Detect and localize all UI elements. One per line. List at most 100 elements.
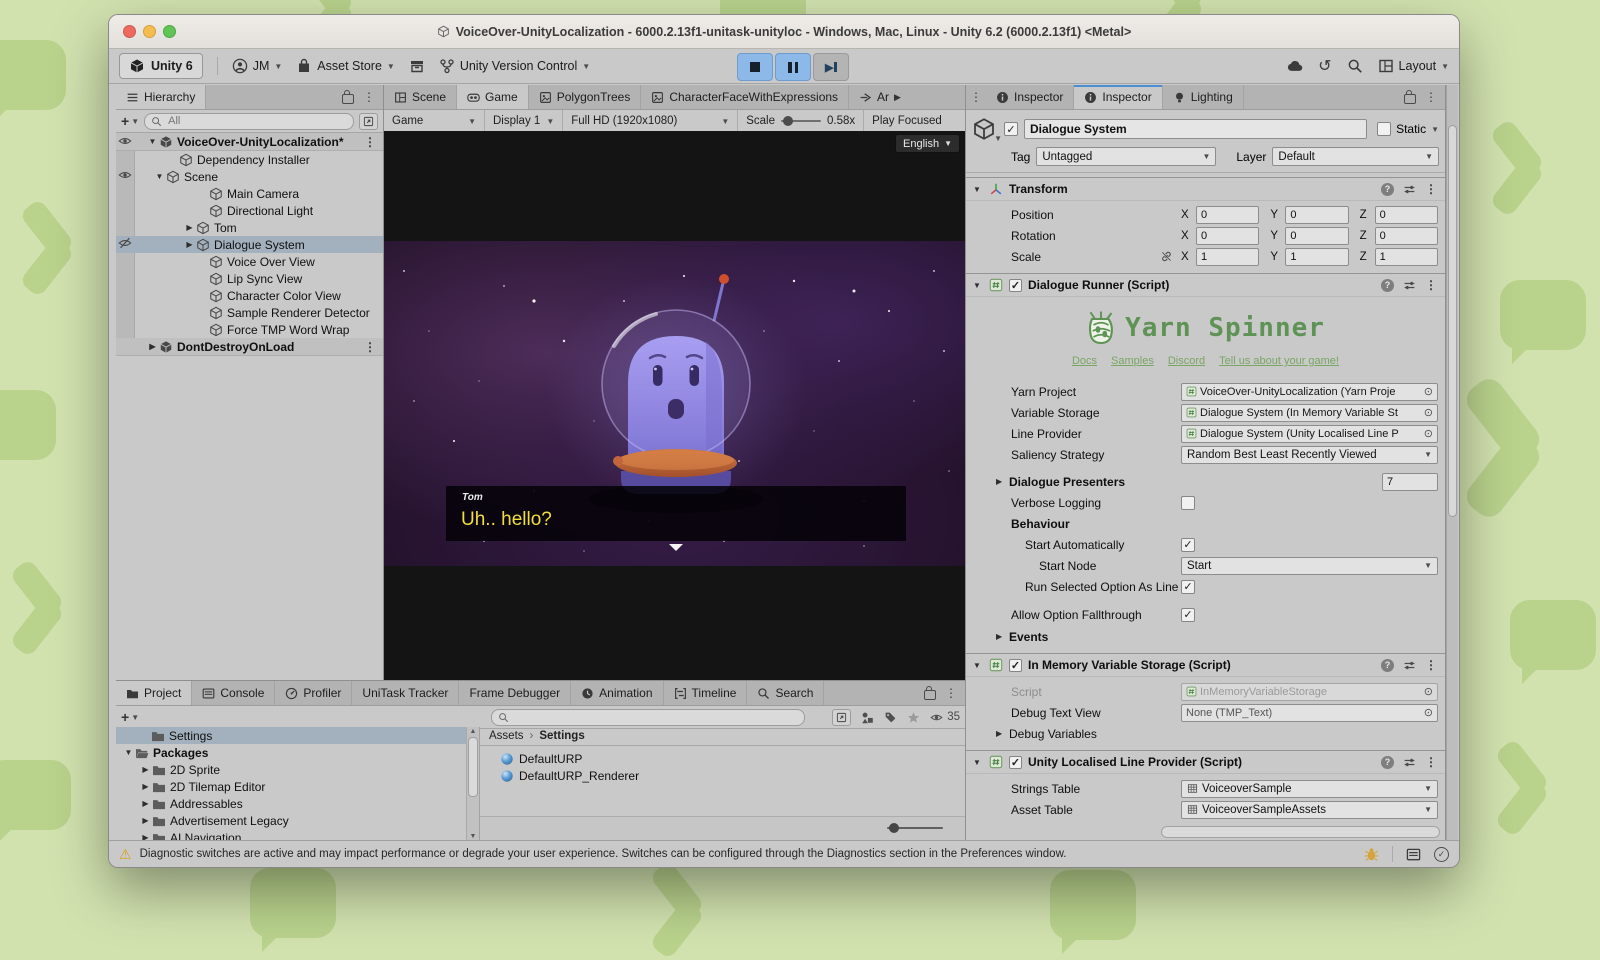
account-dropdown[interactable]: JM▼ xyxy=(232,58,283,74)
folder-packages[interactable]: ▼ Packages xyxy=(116,744,479,761)
asset-defaulturp[interactable]: DefaultURP xyxy=(480,750,965,767)
tell-us-link[interactable]: Tell us about your game! xyxy=(1219,355,1339,373)
gameobject-name-field[interactable] xyxy=(1024,119,1367,139)
package-manager-button[interactable] xyxy=(409,58,425,74)
presets-icon[interactable] xyxy=(1403,659,1416,672)
tab-scene[interactable]: Scene xyxy=(384,85,457,109)
kebab-menu-icon[interactable]: ⋮ xyxy=(364,135,383,149)
tab-timeline[interactable]: Timeline xyxy=(664,681,748,705)
hierarchy-item[interactable]: Lip Sync View xyxy=(116,270,383,287)
favorites-star-icon[interactable] xyxy=(907,711,920,724)
asset-table-dropdown[interactable]: VoiceoverSampleAssets ▼ xyxy=(1181,801,1438,819)
debugger-bug-icon[interactable] xyxy=(1364,847,1379,862)
scale-y-field[interactable]: 1 xyxy=(1285,248,1348,266)
dialogue-runner-header[interactable]: ▼ ✓ Dialogue Runner (Script) ? ⋮ xyxy=(966,273,1445,297)
search-window-button[interactable] xyxy=(359,113,378,130)
foldout-open-icon[interactable]: ▼ xyxy=(122,748,135,757)
tab-search[interactable]: Search xyxy=(747,681,824,705)
help-icon[interactable]: ? xyxy=(1381,279,1394,292)
display-dropdown[interactable]: Display 1 ▼ xyxy=(485,110,563,132)
position-x-field[interactable]: 0 xyxy=(1196,206,1259,224)
debug-variables-row[interactable]: ▶ Debug Variables xyxy=(966,723,1445,744)
tab-characterface[interactable]: CharacterFaceWithExpressions xyxy=(641,85,849,109)
undo-history-icon[interactable]: ↺ xyxy=(1318,56,1331,76)
scroll-down-icon[interactable]: ▼ xyxy=(470,833,477,840)
folder-addressables[interactable]: ▶ Addressables xyxy=(116,795,479,812)
variable-storage-field[interactable]: Dialogue System (In Memory Variable St ⊙ xyxy=(1181,404,1438,422)
thumbnail-zoom-slider[interactable] xyxy=(887,827,943,829)
hierarchy-item[interactable]: Character Color View xyxy=(116,287,383,304)
tab-inspector-1[interactable]: Inspector xyxy=(986,85,1074,109)
line-provider-field[interactable]: Dialogue System (Unity Localised Line P … xyxy=(1181,425,1438,443)
pause-button[interactable] xyxy=(775,53,811,81)
foldout-closed-icon[interactable]: ▶ xyxy=(139,765,152,774)
hierarchy-search[interactable] xyxy=(144,113,354,130)
slider-knob[interactable] xyxy=(889,823,899,833)
position-y-field[interactable]: 0 xyxy=(1285,206,1348,224)
status-message[interactable]: Diagnostic switches are active and may i… xyxy=(140,848,1067,860)
foldout-open-icon[interactable]: ▼ xyxy=(973,661,983,670)
foldout-closed-icon[interactable]: ▶ xyxy=(139,782,152,791)
transform-component-header[interactable]: ▼ Transform ? ⋮ xyxy=(966,177,1445,201)
hierarchy-search-input[interactable] xyxy=(166,114,347,128)
in-memory-storage-header[interactable]: ▼ ✓ In Memory Variable Storage (Script) … xyxy=(966,653,1445,677)
scrollbar-thumb[interactable] xyxy=(1448,125,1457,517)
hierarchy-item[interactable]: ▼ Scene xyxy=(116,168,383,185)
project-search-input[interactable] xyxy=(513,710,798,724)
tab-unitask-tracker[interactable]: UniTask Tracker xyxy=(352,681,459,705)
help-icon[interactable]: ? xyxy=(1381,756,1394,769)
object-picker-icon[interactable]: ⊙ xyxy=(1424,385,1433,398)
foldout-closed-icon[interactable]: ▶ xyxy=(139,799,152,808)
presets-icon[interactable] xyxy=(1403,183,1416,196)
version-control-dropdown[interactable]: Unity Version Control▼ xyxy=(439,58,590,74)
kebab-menu-icon[interactable]: ⋮ xyxy=(1425,182,1437,196)
debug-text-view-field[interactable]: None (TMP_Text) ⊙ xyxy=(1181,704,1438,722)
eye-icon[interactable] xyxy=(118,168,132,182)
scrollbar-thumb[interactable] xyxy=(468,737,478,797)
verbose-logging-checkbox[interactable] xyxy=(1181,496,1195,510)
kebab-menu-icon[interactable]: ⋮ xyxy=(1425,90,1437,104)
layer-dropdown[interactable]: Default ▼ xyxy=(1272,147,1439,166)
component-enabled-checkbox[interactable]: ✓ xyxy=(1009,279,1022,292)
foldout-closed-icon[interactable]: ▶ xyxy=(183,223,196,232)
foldout-closed-icon[interactable]: ▶ xyxy=(139,816,152,825)
cloud-icon[interactable] xyxy=(1287,58,1303,74)
hierarchy-item[interactable]: Voice Over View xyxy=(116,253,383,270)
chevron-down-icon[interactable]: ▼ xyxy=(1431,125,1439,134)
dialogue-presenters-row[interactable]: ▶ Dialogue Presenters 7 xyxy=(966,471,1445,492)
scale-x-field[interactable]: 1 xyxy=(1196,248,1259,266)
component-enabled-checkbox[interactable]: ✓ xyxy=(1009,756,1022,769)
gameobject-icon[interactable]: ▼ xyxy=(972,117,998,141)
filter-by-label-icon[interactable] xyxy=(884,711,897,724)
language-dropdown[interactable]: English ▼ xyxy=(895,134,960,153)
yarn-project-field[interactable]: VoiceOver-UnityLocalization (Yarn Proje … xyxy=(1181,383,1438,401)
eye-icon[interactable] xyxy=(118,134,132,148)
asset-store-dropdown[interactable]: Asset Store▼ xyxy=(296,58,395,74)
foldout-closed-icon[interactable]: ▶ xyxy=(996,729,1009,738)
static-checkbox[interactable] xyxy=(1377,122,1391,136)
tab-lighting[interactable]: Lighting xyxy=(1163,85,1244,109)
foldout-open-icon[interactable]: ▼ xyxy=(973,758,983,767)
foldout-open-icon[interactable]: ▼ xyxy=(146,137,159,146)
add-gameobject-button[interactable]: +▼ xyxy=(121,113,139,129)
visible-items-count[interactable]: 35 xyxy=(930,711,960,724)
console-status-icon[interactable] xyxy=(1406,847,1421,862)
docs-link[interactable]: Docs xyxy=(1072,355,1097,373)
rotation-x-field[interactable]: 0 xyxy=(1196,227,1259,245)
start-automatically-checkbox[interactable]: ✓ xyxy=(1181,538,1195,552)
zoom-window-button[interactable] xyxy=(163,25,176,38)
layout-dropdown[interactable]: Layout▼ xyxy=(1378,58,1449,74)
kebab-menu-icon[interactable]: ⋮ xyxy=(1425,658,1437,672)
rotation-y-field[interactable]: 0 xyxy=(1285,227,1348,245)
saliency-dropdown[interactable]: Random Best Least Recently Viewed ▼ xyxy=(1181,446,1438,464)
presenters-count-field[interactable]: 7 xyxy=(1382,473,1438,491)
hierarchy-item[interactable]: Sample Renderer Detector xyxy=(116,304,383,321)
hierarchy-item-dialogue-system[interactable]: ▶ Dialogue System xyxy=(116,236,383,253)
breadcrumb-assets[interactable]: Assets xyxy=(489,730,524,742)
inspector-scrollbar[interactable] xyxy=(1446,85,1458,841)
tab-profiler[interactable]: Profiler xyxy=(275,681,352,705)
hierarchy-item[interactable]: Dependency Installer xyxy=(116,151,383,168)
foldout-open-icon[interactable]: ▼ xyxy=(153,172,166,181)
help-icon[interactable]: ? xyxy=(1381,183,1394,196)
foldout-closed-icon[interactable]: ▶ xyxy=(996,477,1009,486)
